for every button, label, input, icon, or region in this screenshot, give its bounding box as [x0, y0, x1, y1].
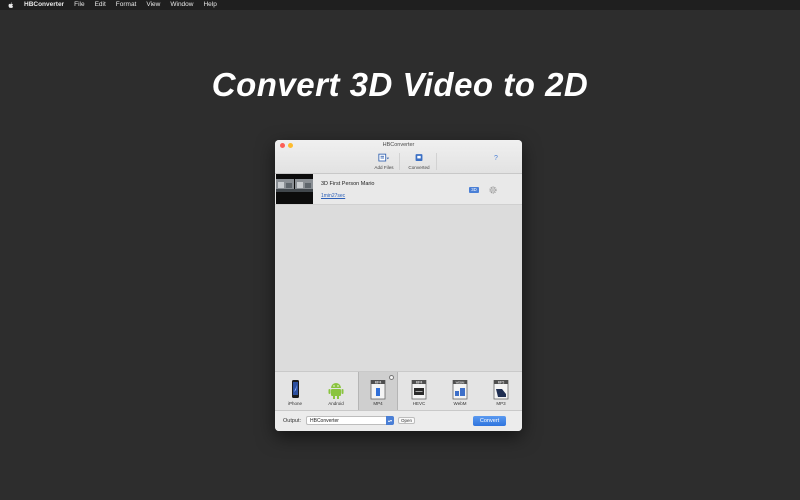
- help-button[interactable]: ?: [494, 155, 498, 162]
- menu-format[interactable]: Format: [116, 0, 137, 10]
- 3d-mode-badge[interactable]: 3D: [469, 187, 479, 193]
- format-selector: iPhone Android MP4 MP4 MP4 HEVC WEBM Web…: [275, 371, 522, 411]
- add-files-label: Add Files: [374, 165, 394, 170]
- format-android-label: Android: [328, 401, 344, 406]
- video-thumbnail-image: [276, 174, 313, 204]
- iphone-icon: [292, 380, 299, 398]
- select-arrows-icon: ▴▾: [386, 416, 394, 425]
- output-folder-select[interactable]: HBConverter ▴▾: [306, 416, 394, 425]
- menu-window[interactable]: Window: [170, 0, 193, 10]
- menu-file[interactable]: File: [74, 0, 84, 10]
- format-iphone-label: iPhone: [287, 401, 302, 406]
- webm-file-icon: WEBM: [452, 380, 468, 400]
- output-folder-value: HBConverter: [310, 418, 339, 424]
- svg-text:MP4: MP4: [375, 380, 382, 384]
- file-row[interactable]: 3D First Person Mario 1min27sec 3D: [275, 174, 522, 205]
- format-webm[interactable]: WEBM WebM: [440, 372, 480, 410]
- title-bar: HBConverter Add Files Converted ?: [275, 140, 522, 174]
- video-thumbnail: [276, 174, 313, 204]
- gear-icon[interactable]: [488, 185, 498, 195]
- format-mp4[interactable]: MP4 MP4: [358, 372, 398, 410]
- svg-text:MP3: MP3: [498, 380, 505, 384]
- converted-button[interactable]: Converted: [402, 153, 436, 173]
- add-files-icon: [378, 153, 390, 162]
- toolbar-divider: [399, 153, 400, 170]
- apple-icon[interactable]: [8, 1, 14, 9]
- file-duration-link[interactable]: 1min27sec: [321, 193, 345, 199]
- add-files-button[interactable]: Add Files: [367, 153, 401, 173]
- mp4-file-icon: MP4: [370, 380, 386, 400]
- hevc-file-icon: MP4: [411, 380, 427, 400]
- bottom-bar: Output: HBConverter ▴▾ Open Convert: [275, 411, 522, 431]
- app-window: HBConverter Add Files Converted ? 3D Fir…: [275, 140, 522, 431]
- svg-text:MP4: MP4: [416, 380, 423, 384]
- output-label: Output:: [283, 418, 302, 424]
- converted-label: Converted: [408, 165, 430, 170]
- svg-text:WEBM: WEBM: [456, 380, 465, 384]
- menu-help[interactable]: Help: [203, 0, 216, 10]
- open-folder-button[interactable]: Open: [398, 417, 415, 424]
- format-android[interactable]: Android: [316, 372, 356, 410]
- menu-bar: HBConverter File Edit Format View Window…: [0, 0, 800, 10]
- file-list: 3D First Person Mario 1min27sec 3D: [275, 174, 522, 371]
- format-hevc-label: HEVC: [412, 401, 426, 406]
- format-webm-label: WebM: [453, 401, 467, 406]
- converted-folder-icon: [415, 154, 423, 161]
- format-mp3[interactable]: MP3 MP3: [481, 372, 521, 410]
- menu-edit[interactable]: Edit: [95, 0, 106, 10]
- format-mp3-label: MP3: [496, 401, 506, 406]
- android-icon: [328, 383, 344, 399]
- window-title: HBConverter: [382, 142, 415, 148]
- format-hevc[interactable]: MP4 HEVC: [399, 372, 439, 410]
- convert-button[interactable]: Convert: [473, 416, 506, 426]
- menu-app-name[interactable]: HBConverter: [24, 0, 64, 10]
- promo-headline: Convert 3D Video to 2D: [211, 66, 589, 103]
- toolbar-divider: [436, 153, 437, 170]
- file-name: 3D First Person Mario: [321, 181, 375, 187]
- selected-indicator: [389, 375, 394, 380]
- format-iphone[interactable]: iPhone: [275, 372, 315, 410]
- menu-view[interactable]: View: [146, 0, 160, 10]
- mp3-file-icon: MP3: [493, 380, 509, 400]
- format-mp4-label: MP4: [373, 401, 383, 406]
